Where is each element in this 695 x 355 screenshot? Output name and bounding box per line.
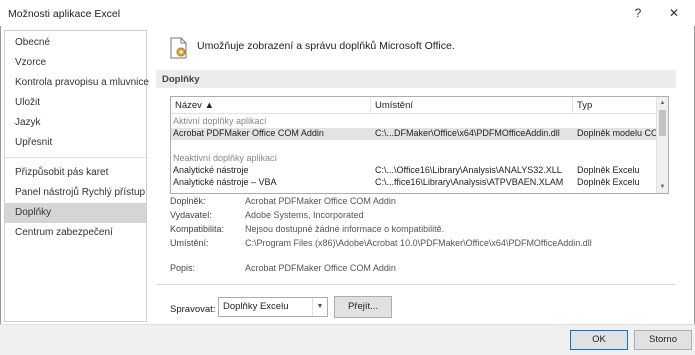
sidebar-item-advanced[interactable]: Upřesnit [5,133,146,153]
addin-location: C:\...DFMaker\Office\x64\PDFMOfficeAddin… [375,128,560,138]
detail-label: Umístění: [170,238,209,248]
scrollbar-thumb[interactable] [659,110,666,136]
close-icon[interactable]: ✕ [664,4,684,22]
sidebar-item-language[interactable]: Jazyk [5,113,146,133]
manage-label: Spravovat: [170,304,216,315]
sidebar-item-save[interactable]: Uložit [5,93,146,113]
detail-label: Doplněk: [170,196,206,206]
column-divider [370,97,371,113]
addin-name: Acrobat PDFMaker Office COM Addin [173,128,324,138]
column-type-header[interactable]: Typ [577,100,592,111]
detail-value: Acrobat PDFMaker Office COM Addin [245,263,396,273]
detail-value: Nejsou dostupné žádné informace o kompat… [245,224,445,234]
detail-value: C:\Program Files (x86)\Adobe\Acrobat 10.… [245,238,592,248]
addins-list[interactable]: Název ▲ Umístění Typ Aktivní doplňky apl… [170,96,669,194]
sidebar-item-vzorce[interactable]: Vzorce [5,53,146,73]
detail-label: Popis: [170,263,196,273]
detail-value: Adobe Systems, Incorporated [245,210,364,220]
addin-name: Analytické nástroje – VBA [173,177,277,187]
manage-dropdown[interactable]: Doplňky Excelu ▼ [218,297,328,317]
sidebar-item-obecne[interactable]: Obecné [5,33,146,53]
title-bar: Možnosti aplikace Excel ? ✕ [0,0,695,26]
scroll-up-icon[interactable]: ▲ [658,98,667,108]
addin-location: C:\...ffice16\Library\Analysis\ATPVBAEN.… [375,177,564,187]
cancel-button[interactable]: Storno [634,330,692,350]
options-sidebar: Obecné Vzorce Kontrola pravopisu a mluvn… [4,30,149,322]
help-button[interactable]: ? [628,4,648,22]
scroll-down-icon[interactable]: ▼ [658,182,667,192]
sidebar-item-customize-ribbon[interactable]: Přizpůsobit pás karet [5,163,146,183]
list-header: Název ▲ Umístění Typ [171,97,656,114]
table-row[interactable]: Analytické nástroje C:\...\Office16\Libr… [171,165,656,177]
detail-label: Vydavatel: [170,210,212,220]
addin-type: Doplněk Excelu [577,165,640,175]
column-divider [572,97,573,113]
dialog-footer: OK Storno [0,324,695,355]
manage-selected-value: Doplňky Excelu [223,301,289,312]
list-scrollbar[interactable]: ▲ ▼ [656,97,668,193]
addin-type: Doplněk modelu COM [577,128,657,138]
addin-location: C:\...\Office16\Library\Analysis\ANALYS3… [375,165,562,175]
column-location-header[interactable]: Umístění [375,100,413,111]
group-inactive-label: Neaktivní doplňky aplikací [173,153,278,163]
sidebar-item-quick-access[interactable]: Panel nástrojů Rychlý přístup [5,183,146,203]
sidebar-item-proofing[interactable]: Kontrola pravopisu a mluvnice [5,73,149,93]
column-name-header[interactable]: Název ▲ [175,100,214,111]
sidebar-item-trust-center[interactable]: Centrum zabezpečení [5,223,146,243]
sidebar-divider [5,157,146,158]
sort-ascending-icon: ▲ [204,100,214,111]
section-header: Doplňky [156,70,676,88]
addin-name: Analytické nástroje [173,165,249,175]
section-title: Doplňky [162,74,200,85]
sidebar-item-addins[interactable]: Doplňky [5,203,146,223]
table-row[interactable]: Acrobat PDFMaker Office COM Addin C:\...… [171,128,657,140]
go-button[interactable]: Přejít... [334,296,392,318]
manage-divider [156,284,676,285]
addins-page-icon [170,37,187,59]
main-content: Umožňuje zobrazení a správu doplňků Micr… [146,30,686,320]
chevron-down-icon[interactable]: ▼ [312,298,327,316]
detail-label: Kompatibilita: [170,224,225,234]
group-active-label: Aktivní doplňky aplikací [173,116,267,126]
addin-type: Doplněk Excelu [577,177,640,187]
page-description: Umožňuje zobrazení a správu doplňků Micr… [197,40,455,52]
table-row[interactable]: Analytické nástroje – VBA C:\...ffice16\… [171,177,656,189]
ok-button[interactable]: OK [570,330,628,350]
window-title: Možnosti aplikace Excel [8,8,121,20]
detail-value: Acrobat PDFMaker Office COM Addin [245,196,396,206]
